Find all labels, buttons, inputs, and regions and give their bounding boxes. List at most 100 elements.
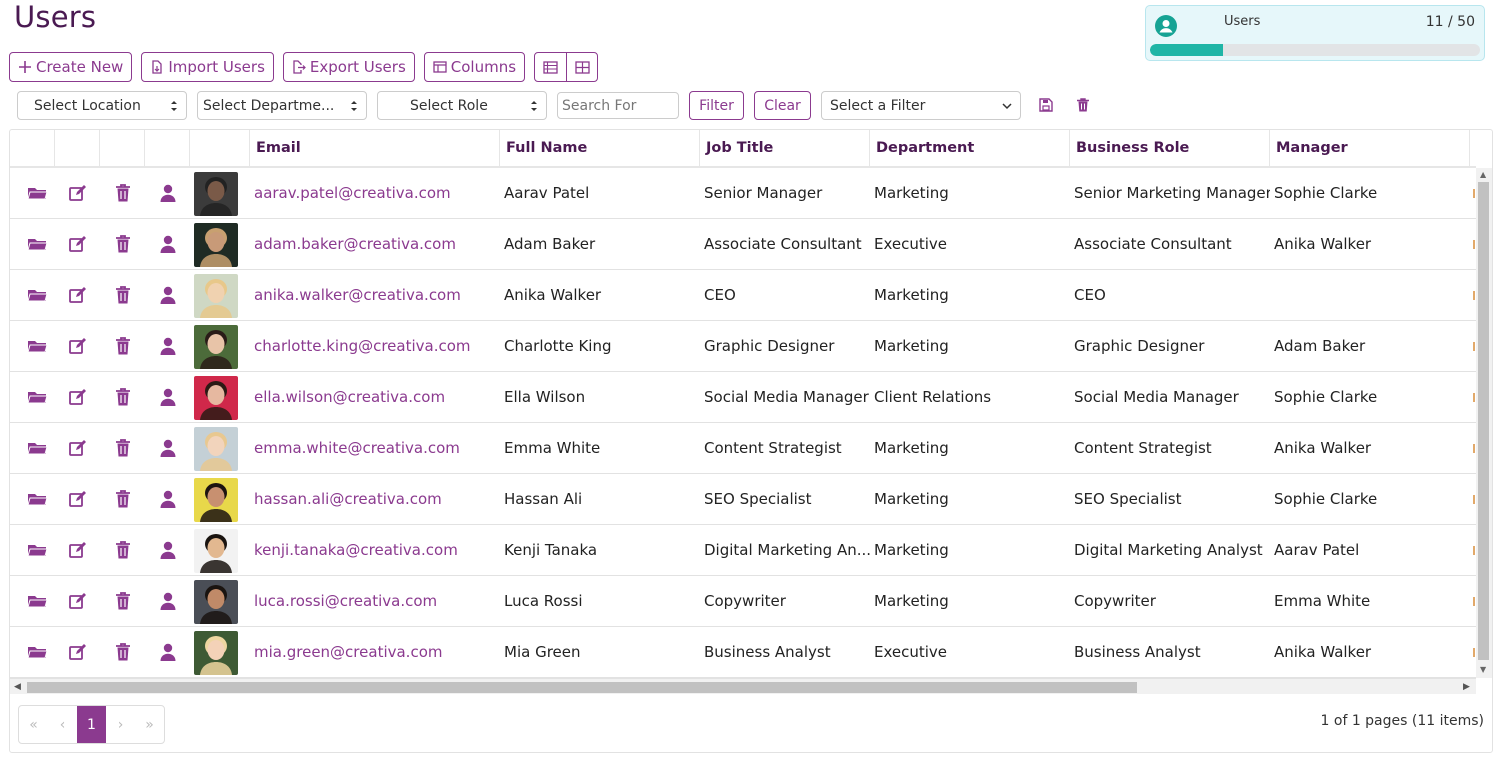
user-profile-icon[interactable] bbox=[158, 336, 178, 356]
trash-icon[interactable] bbox=[113, 387, 133, 407]
vertical-scroll-thumb[interactable] bbox=[1478, 182, 1489, 660]
user-profile-icon[interactable] bbox=[158, 438, 178, 458]
import-users-button[interactable]: Import Users bbox=[141, 52, 274, 82]
grid-view-button[interactable] bbox=[566, 53, 597, 81]
email-link[interactable]: anika.walker@creativa.com bbox=[254, 270, 500, 320]
open-folder-icon[interactable] bbox=[27, 336, 47, 356]
table-row[interactable]: hassan.ali@creativa.com Hassan Ali SEO Spe… bbox=[10, 474, 1476, 525]
header-job-title[interactable]: Job Title bbox=[700, 130, 870, 166]
email-link[interactable]: ella.wilson@creativa.com bbox=[254, 372, 500, 422]
edit-icon[interactable] bbox=[68, 591, 88, 611]
edit-icon[interactable] bbox=[68, 540, 88, 560]
vertical-scrollbar[interactable]: ▲ ▼ bbox=[1476, 168, 1492, 678]
scroll-right-icon[interactable]: ▶ bbox=[1463, 682, 1470, 692]
delete-filter-icon[interactable] bbox=[1075, 97, 1091, 113]
quota-progress-fill bbox=[1150, 44, 1223, 56]
trash-icon[interactable] bbox=[113, 234, 133, 254]
edit-icon[interactable] bbox=[68, 387, 88, 407]
user-profile-icon[interactable] bbox=[158, 234, 178, 254]
first-page-button[interactable]: « bbox=[19, 706, 48, 743]
last-page-button[interactable]: » bbox=[135, 706, 164, 743]
edit-icon[interactable] bbox=[68, 489, 88, 509]
users-grid: Email Full Name Job Title Department Bus… bbox=[9, 129, 1493, 753]
list-view-button[interactable] bbox=[535, 53, 566, 81]
filter-button[interactable]: Filter bbox=[689, 91, 744, 120]
trash-icon[interactable] bbox=[113, 540, 133, 560]
email-link[interactable]: mia.green@creativa.com bbox=[254, 627, 500, 677]
columns-button[interactable]: Columns bbox=[423, 52, 526, 82]
open-folder-icon[interactable] bbox=[27, 489, 47, 509]
open-folder-icon[interactable] bbox=[27, 438, 47, 458]
page-1-button[interactable]: 1 bbox=[77, 706, 106, 743]
prev-page-button[interactable]: ‹ bbox=[48, 706, 77, 743]
department-select[interactable]: Select Departme... bbox=[197, 91, 367, 120]
user-profile-icon[interactable] bbox=[158, 387, 178, 407]
scroll-left-icon[interactable]: ◀ bbox=[14, 682, 21, 692]
trash-icon[interactable] bbox=[113, 642, 133, 662]
email-link[interactable]: emma.white@creativa.com bbox=[254, 423, 500, 473]
email-link[interactable]: kenji.tanaka@creativa.com bbox=[254, 525, 500, 575]
table-row[interactable]: kenji.tanaka@creativa.com Kenji Tanaka Dig… bbox=[10, 525, 1476, 576]
trash-icon[interactable] bbox=[113, 336, 133, 356]
create-new-button[interactable]: Create New bbox=[9, 52, 133, 82]
location-select[interactable]: Select Location bbox=[17, 91, 187, 120]
edit-icon[interactable] bbox=[68, 642, 88, 662]
trash-icon[interactable] bbox=[113, 285, 133, 305]
edit-icon[interactable] bbox=[68, 183, 88, 203]
open-folder-icon[interactable] bbox=[27, 183, 47, 203]
user-profile-icon[interactable] bbox=[158, 642, 178, 662]
email-link[interactable]: charlotte.king@creativa.com bbox=[254, 321, 500, 371]
user-profile-icon[interactable] bbox=[158, 285, 178, 305]
saved-filter-select[interactable]: Select a Filter bbox=[821, 91, 1021, 120]
table-row[interactable]: mia.green@creativa.com Mia Green Business … bbox=[10, 627, 1476, 678]
table-row[interactable]: adam.baker@creativa.com Adam Baker Associa… bbox=[10, 219, 1476, 270]
export-users-button[interactable]: Export Users bbox=[282, 52, 415, 82]
trash-icon[interactable] bbox=[113, 183, 133, 203]
edit-icon[interactable] bbox=[68, 336, 88, 356]
email-link[interactable]: luca.rossi@creativa.com bbox=[254, 576, 500, 626]
open-folder-icon[interactable] bbox=[27, 285, 47, 305]
table-row[interactable]: aarav.patel@creativa.com Aarav Patel Senio… bbox=[10, 168, 1476, 219]
scroll-up-icon[interactable]: ▲ bbox=[1480, 171, 1488, 179]
open-folder-icon[interactable] bbox=[27, 234, 47, 254]
search-input[interactable]: Search For bbox=[557, 92, 679, 119]
edit-icon[interactable] bbox=[68, 234, 88, 254]
role-select[interactable]: Select Role bbox=[377, 91, 547, 120]
next-page-button[interactable]: › bbox=[106, 706, 135, 743]
clear-button[interactable]: Clear bbox=[754, 91, 811, 120]
email-link[interactable]: aarav.patel@creativa.com bbox=[254, 168, 500, 218]
open-folder-icon[interactable] bbox=[27, 387, 47, 407]
email-link[interactable]: adam.baker@creativa.com bbox=[254, 219, 500, 269]
edit-icon[interactable] bbox=[68, 438, 88, 458]
toolbar: Create New Import Users Export Users Col… bbox=[9, 52, 599, 82]
scroll-down-icon[interactable]: ▼ bbox=[1480, 666, 1488, 674]
user-profile-icon[interactable] bbox=[158, 591, 178, 611]
trash-icon[interactable] bbox=[113, 591, 133, 611]
trash-icon[interactable] bbox=[113, 489, 133, 509]
header-manager[interactable]: Manager bbox=[1270, 130, 1470, 166]
table-row[interactable]: emma.white@creativa.com Emma White Content… bbox=[10, 423, 1476, 474]
table-row[interactable]: anika.walker@creativa.com Anika Walker CEO… bbox=[10, 270, 1476, 321]
email-link[interactable]: hassan.ali@creativa.com bbox=[254, 474, 500, 524]
header-department[interactable]: Department bbox=[870, 130, 1070, 166]
table-row[interactable]: ella.wilson@creativa.com Ella Wilson Socia… bbox=[10, 372, 1476, 423]
open-folder-icon[interactable] bbox=[27, 642, 47, 662]
table-row[interactable]: charlotte.king@creativa.com Charlotte Kin… bbox=[10, 321, 1476, 372]
header-full-name[interactable]: Full Name bbox=[500, 130, 700, 166]
trash-icon[interactable] bbox=[113, 438, 133, 458]
horizontal-scroll-thumb[interactable] bbox=[27, 682, 1137, 693]
user-profile-icon[interactable] bbox=[158, 540, 178, 560]
hidden-column-marker bbox=[1473, 393, 1475, 402]
header-business-role[interactable]: Business Role bbox=[1070, 130, 1270, 166]
save-filter-icon[interactable] bbox=[1038, 97, 1054, 113]
user-profile-icon[interactable] bbox=[158, 183, 178, 203]
user-profile-icon[interactable] bbox=[158, 489, 178, 509]
header-email[interactable]: Email bbox=[250, 130, 500, 166]
table-row[interactable]: luca.rossi@creativa.com Luca Rossi Copywri… bbox=[10, 576, 1476, 627]
open-folder-icon[interactable] bbox=[27, 591, 47, 611]
job-title-cell: Digital Marketing An... bbox=[704, 541, 870, 559]
horizontal-scrollbar[interactable]: ◀ ▶ bbox=[10, 678, 1476, 694]
department-cell: Client Relations bbox=[874, 388, 992, 406]
open-folder-icon[interactable] bbox=[27, 540, 47, 560]
edit-icon[interactable] bbox=[68, 285, 88, 305]
